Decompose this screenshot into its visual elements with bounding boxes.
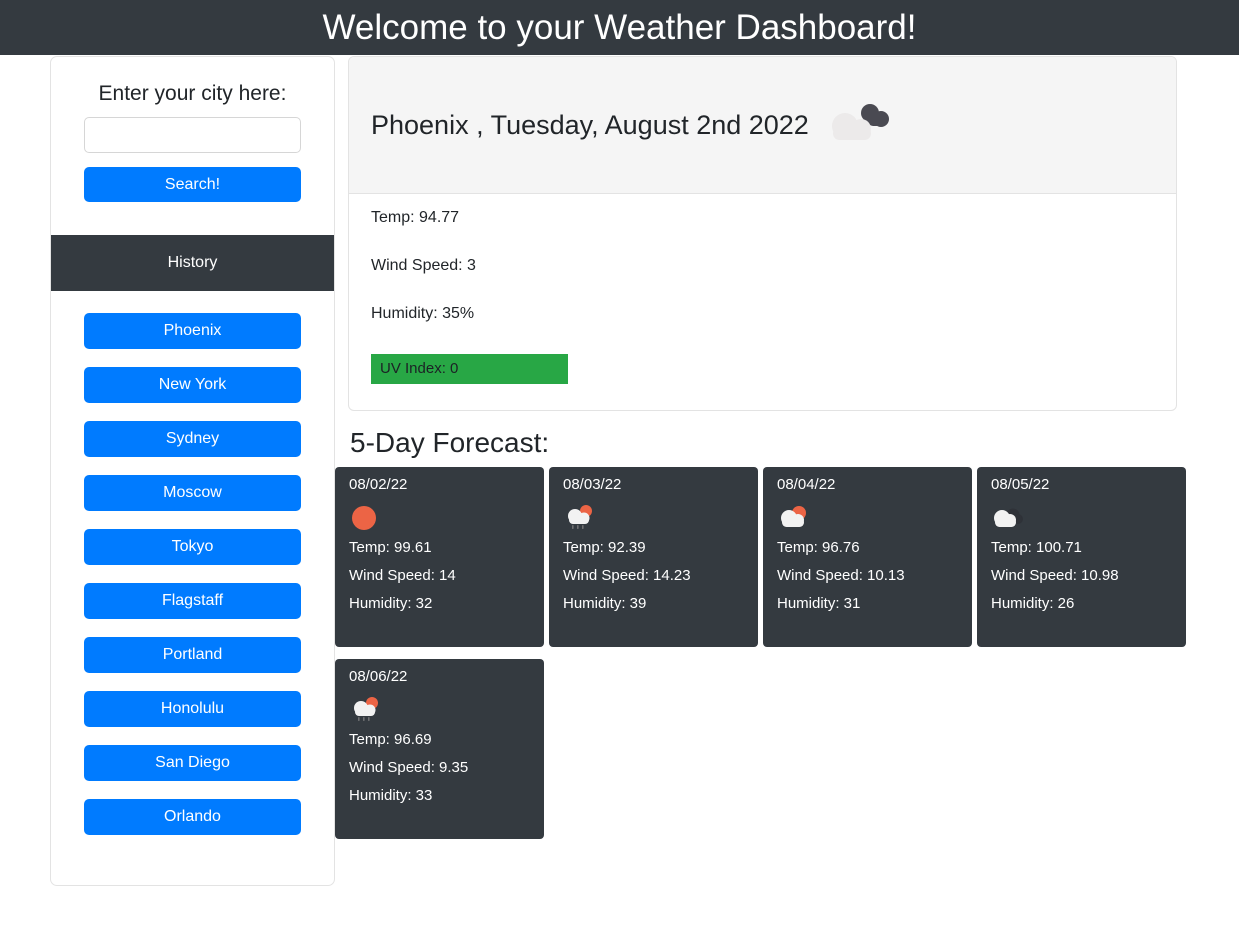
- uv-index-badge: UV Index: 0: [371, 354, 568, 384]
- forecast-temp: Temp: 100.71: [991, 539, 1082, 556]
- search-label: Enter your city here:: [98, 82, 287, 105]
- current-weather-card: Phoenix , Tuesday, August 2nd 2022 Temp:…: [348, 56, 1177, 411]
- forecast-temp: Temp: 92.39: [563, 539, 646, 556]
- history-city-button[interactable]: Sydney: [84, 421, 301, 457]
- forecast-date: 08/03/22: [563, 476, 622, 493]
- history-list: Phoenix New York Sydney Moscow Tokyo Fla…: [67, 291, 318, 835]
- history-city-button[interactable]: Portland: [84, 637, 301, 673]
- page-header: Welcome to your Weather Dashboard!: [0, 0, 1239, 55]
- current-uv-row: UV Index: 0: [371, 354, 1154, 384]
- forecast-date: 08/05/22: [991, 476, 1050, 493]
- forecast-temp: Temp: 96.69: [349, 731, 432, 748]
- search-history-panel: Enter your city here: Search! History Ph…: [50, 56, 335, 886]
- forecast-humidity: Humidity: 26: [991, 595, 1075, 612]
- forecast-humidity: Humidity: 33: [349, 787, 433, 804]
- history-city-button[interactable]: Phoenix: [84, 313, 301, 349]
- history-header: History: [51, 235, 334, 291]
- forecast-wind-speed: Wind Speed: 14.23: [563, 567, 691, 584]
- forecast-date: 08/06/22: [349, 668, 408, 685]
- forecast-card: 08/02/22 Temp: 99.61 Wind Speed: 14 Humi…: [335, 467, 544, 647]
- broken-clouds-icon: [823, 99, 897, 152]
- weather-dashboard-app: Welcome to your Weather Dashboard! Enter…: [0, 0, 1239, 937]
- forecast-wind-speed: Wind Speed: 10.13: [777, 567, 905, 584]
- sun-cloud-rain-icon: [349, 694, 530, 728]
- history-city-button[interactable]: Flagstaff: [84, 583, 301, 619]
- current-weather-body: Temp: 94.77 Wind Speed: 3 Humidity: 35% …: [349, 194, 1176, 410]
- current-temp: Temp: 94.77: [371, 209, 460, 226]
- search-button[interactable]: Search!: [84, 167, 301, 202]
- sun-cloud-rain-icon: [563, 502, 744, 536]
- history-city-button[interactable]: New York: [84, 367, 301, 403]
- forecast-humidity: Humidity: 39: [563, 595, 647, 612]
- forecast-heading: 5-Day Forecast:: [350, 427, 550, 458]
- forecast-date: 08/02/22: [349, 476, 408, 493]
- forecast-temp: Temp: 96.76: [777, 539, 860, 556]
- history-city-button[interactable]: San Diego: [84, 745, 301, 781]
- forecast-wind-speed: Wind Speed: 10.98: [991, 567, 1119, 584]
- forecast-humidity: Humidity: 31: [777, 595, 861, 612]
- main-content: Phoenix , Tuesday, August 2nd 2022 Temp:…: [335, 56, 1186, 851]
- search-input[interactable]: [84, 117, 301, 153]
- broken-clouds-icon: [991, 502, 1172, 536]
- history-city-button[interactable]: Honolulu: [84, 691, 301, 727]
- history-city-button[interactable]: Orlando: [84, 799, 301, 835]
- forecast-wind-speed: Wind Speed: 9.35: [349, 759, 469, 776]
- forecast-wind-speed: Wind Speed: 14: [349, 567, 456, 584]
- sun-behind-cloud-icon: [777, 502, 958, 536]
- forecast-list: 08/02/22 Temp: 99.61 Wind Speed: 14 Humi…: [335, 467, 1192, 851]
- current-humidity: Humidity: 35%: [371, 305, 475, 322]
- forecast-temp: Temp: 99.61: [349, 539, 432, 556]
- history-city-button[interactable]: Moscow: [84, 475, 301, 511]
- forecast-humidity: Humidity: 32: [349, 595, 433, 612]
- current-weather-title: Phoenix , Tuesday, August 2nd 2022: [371, 109, 809, 140]
- current-weather-header: Phoenix , Tuesday, August 2nd 2022: [349, 57, 1176, 194]
- forecast-card: 08/06/22 Temp: 96.69 Wind Speed: 9.35 Hu…: [335, 659, 544, 839]
- clear-sun-icon: [349, 502, 530, 536]
- history-city-button[interactable]: Tokyo: [84, 529, 301, 565]
- forecast-card: 08/05/22 Temp: 100.71 Wind Speed: 10.98 …: [977, 467, 1186, 647]
- current-wind-speed: Wind Speed: 3: [371, 257, 476, 274]
- forecast-card: 08/03/22 Temp: 92.39 Wind Speed: 14.23 H…: [549, 467, 758, 647]
- page-title: Welcome to your Weather Dashboard!: [322, 8, 917, 47]
- forecast-date: 08/04/22: [777, 476, 836, 493]
- forecast-card: 08/04/22 Temp: 96.76 Wind Speed: 10.13 H…: [763, 467, 972, 647]
